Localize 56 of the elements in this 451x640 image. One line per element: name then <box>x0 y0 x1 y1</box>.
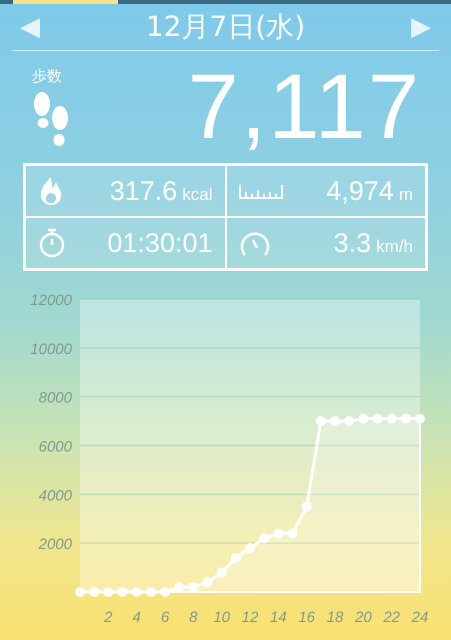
data-point <box>344 416 354 426</box>
data-point <box>288 528 298 538</box>
x-axis-label: 4 <box>132 609 141 626</box>
x-axis-label: 24 <box>412 609 428 626</box>
flame-icon <box>38 176 64 206</box>
data-point <box>174 582 184 592</box>
data-point <box>75 587 85 597</box>
ruler-icon <box>238 183 282 199</box>
data-point <box>358 414 368 424</box>
data-point <box>230 552 241 563</box>
stopwatch-icon <box>38 227 66 259</box>
x-axis-label: 12 <box>242 609 258 626</box>
data-point <box>316 416 326 426</box>
data-point <box>302 502 312 512</box>
steps-label: 歩数 <box>32 66 62 86</box>
y-axis-label: 12000 <box>30 292 72 309</box>
x-axis-label: 8 <box>189 609 198 626</box>
data-point <box>386 414 397 424</box>
x-axis-label: 2 <box>104 609 112 626</box>
data-point <box>400 414 411 424</box>
x-axis-label: 6 <box>160 609 170 626</box>
y-axis-label: 10000 <box>30 340 72 358</box>
data-point <box>330 416 340 426</box>
stat-value: 4,974 m <box>326 176 413 206</box>
x-axis-label: 18 <box>326 609 344 626</box>
data-point <box>146 587 156 597</box>
data-point <box>202 577 212 588</box>
stat-value: 01:30:01 <box>107 228 212 258</box>
y-axis-label: 6000 <box>38 438 72 456</box>
footprints-icon <box>32 92 70 148</box>
data-point <box>273 528 284 538</box>
step-count: 7,117 <box>188 61 421 153</box>
data-point <box>372 414 382 424</box>
y-axis-label: 2000 <box>38 536 72 554</box>
previous-day-button[interactable]: ◀ <box>20 12 40 42</box>
next-day-button[interactable]: ▶ <box>410 12 431 42</box>
data-point <box>132 587 142 597</box>
data-point <box>118 587 128 597</box>
y-axis-label: 8000 <box>38 390 72 407</box>
y-axis-label: 4000 <box>38 487 72 504</box>
data-point <box>415 414 425 424</box>
stat-value: 317.6 kcal <box>110 176 212 206</box>
data-point <box>216 567 227 578</box>
x-axis-label: 22 <box>383 609 400 626</box>
x-axis-label: 16 <box>298 609 315 626</box>
x-axis-label: 14 <box>270 609 287 626</box>
date-title: 12月7日(水) <box>146 9 306 45</box>
data-point <box>103 587 114 597</box>
x-axis-label: 20 <box>355 609 372 626</box>
data-point <box>259 533 270 544</box>
data-point <box>188 582 198 592</box>
data-point <box>89 587 100 597</box>
data-point <box>160 587 170 597</box>
stat-value: 3.3 km/h <box>334 228 413 258</box>
x-axis-label: 10 <box>213 609 230 626</box>
data-point <box>245 543 255 554</box>
